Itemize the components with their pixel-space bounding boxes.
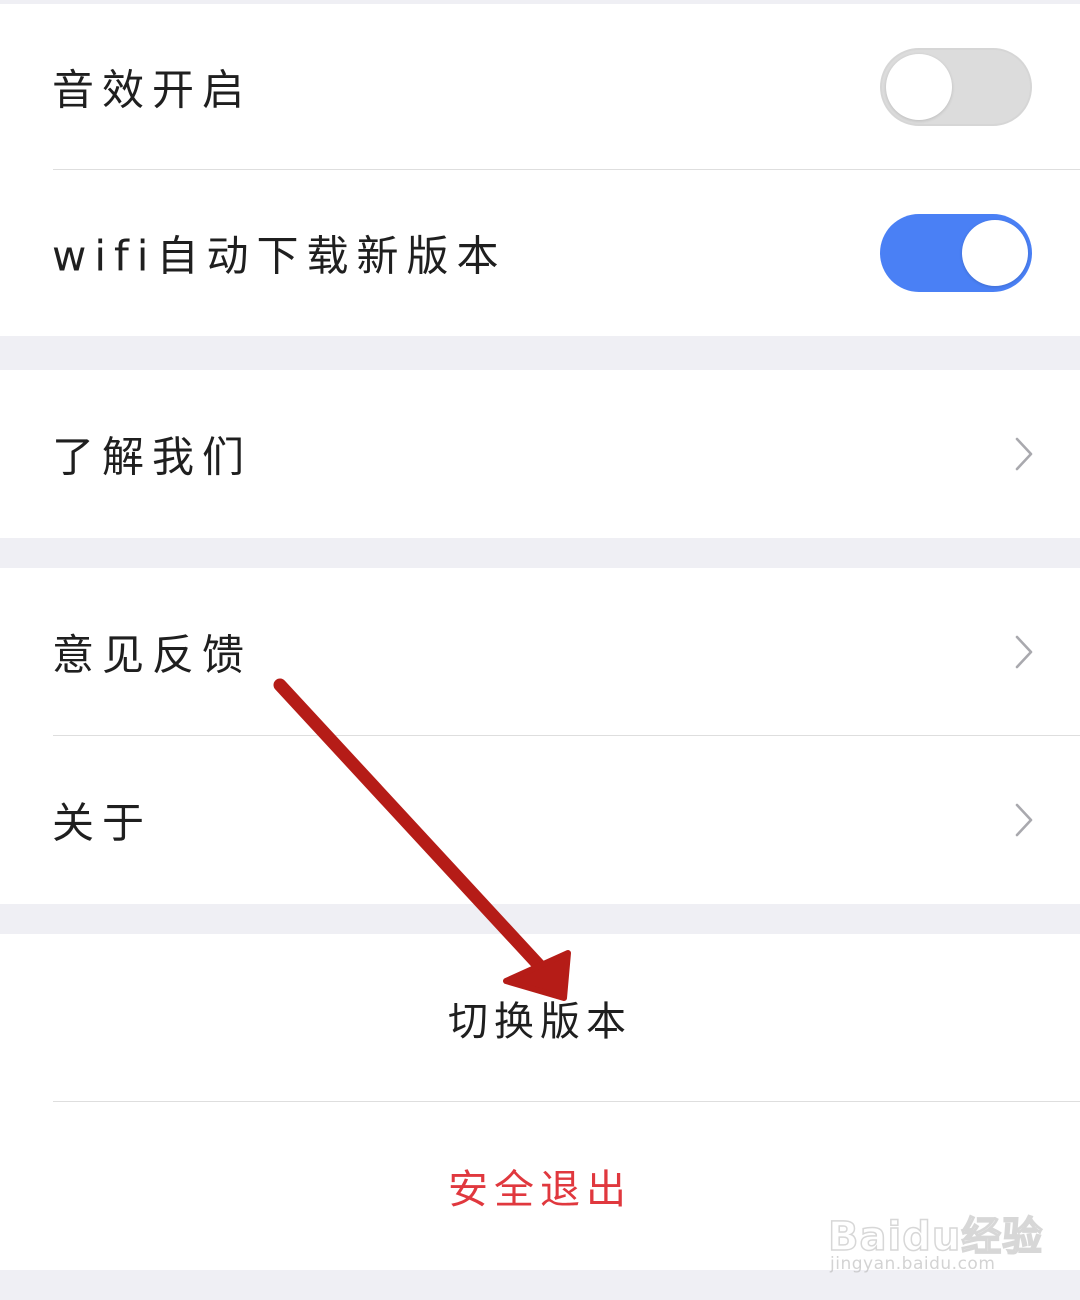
sound-effects-toggle[interactable] [880, 48, 1032, 126]
chevron-right-icon [1015, 635, 1033, 669]
chevron-right-icon [1015, 803, 1033, 837]
switch-version-button[interactable]: 切换版本 [0, 934, 1080, 1102]
switch-version-label: 切换版本 [448, 999, 632, 1045]
wifi-auto-download-toggle[interactable] [880, 214, 1032, 292]
settings-group-account: 切换版本 安全退出 [0, 934, 1080, 1270]
logout-button[interactable]: 安全退出 [0, 1102, 1080, 1270]
toggle-knob [886, 54, 952, 120]
sound-effects-label: 音效开启 [52, 65, 253, 115]
settings-group-about-us: 了解我们 [0, 370, 1080, 538]
settings-group-toggles: 音效开启 wifi自动下载新版本 [0, 4, 1080, 336]
about-label: 关于 [52, 798, 153, 848]
setting-row-feedback[interactable]: 意见反馈 [0, 568, 1080, 736]
setting-row-about[interactable]: 关于 [0, 736, 1080, 904]
about-us-label: 了解我们 [52, 432, 253, 482]
toggle-knob [962, 220, 1028, 286]
wifi-auto-download-label: wifi自动下载新版本 [52, 231, 507, 281]
chevron-right-icon [1015, 437, 1033, 471]
settings-group-info: 意见反馈 关于 [0, 568, 1080, 904]
setting-row-about-us[interactable]: 了解我们 [0, 370, 1080, 538]
setting-row-wifi-auto-download: wifi自动下载新版本 [0, 170, 1080, 336]
setting-row-sound-effects: 音效开启 [0, 4, 1080, 170]
logout-label: 安全退出 [448, 1167, 632, 1213]
feedback-label: 意见反馈 [52, 630, 253, 680]
